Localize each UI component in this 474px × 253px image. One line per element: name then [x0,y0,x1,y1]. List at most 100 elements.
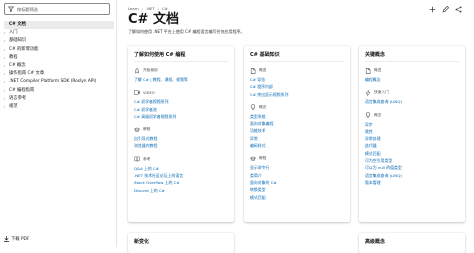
toc-item-label: C# 文档 [9,22,26,27]
doc-link[interactable]: 类简介 [250,172,344,179]
divider [250,61,344,62]
doc-link[interactable]: 显示命令行 [250,164,344,171]
toc-item-programming-guide[interactable]: › C# 编程指南 [4,87,114,95]
doc-link[interactable]: .NET 技术社区论坛上的语言 [134,172,228,179]
doc-link[interactable]: C# 高级初学者视频系列 [134,113,228,120]
doc-link[interactable]: C# 初学者视频系列 [134,98,228,105]
section-label: 快速入门 [374,90,389,95]
card-section: 快速入门 语言集成查询 (LINQ) [365,89,459,105]
doc-link[interactable]: C# 初学者流 [134,106,228,113]
toc-item-language-reference[interactable]: › 语言参考 [4,95,114,103]
doc-link[interactable]: C# 突出显示视频系列 [250,91,344,98]
doc-link[interactable]: 异常处理 [365,135,459,142]
doc-link[interactable]: 自引导式教程 [134,135,228,142]
toc-item-label: 基础知识 [9,38,27,44]
section-header: 概述 [365,67,459,74]
section-header: VIDEO [134,89,228,96]
document-icon [250,67,256,74]
doc-link[interactable]: 功能技术 [250,127,344,134]
doc-link[interactable]: 浏览器内教程 [134,142,228,149]
lightning-icon [365,89,371,96]
sidebar: C# 文档 › 入门 › 基础知识 › C# 的新增功能 › 教程 › C# 概… [0,0,117,247]
doc-link[interactable]: Stack Overflow 上的 C# [134,179,228,186]
toc-item-roslyn-sdk[interactable]: › .NET Compiler Platform SDK (Roslyn API… [4,78,114,86]
toc-item-how-to[interactable]: › 操作指南 C# 文章 [4,70,114,78]
breadcrumb-separator: / [157,6,159,11]
toc-item-label: .NET Compiler Platform SDK (Roslyn API) [9,79,97,85]
filter-input[interactable] [17,6,105,12]
doc-link[interactable]: 面向对象的 C# [250,179,344,186]
filter-box[interactable] [4,3,110,15]
doc-link[interactable]: 属性 [365,128,459,135]
section-label: 概述 [259,68,267,72]
card-title: C# 基础知识 [250,52,280,58]
card-section: 教程 显示命令行 类简介 面向对象的 C# 转换类型 模式匹配 [250,155,344,200]
rocket-icon [134,67,140,74]
breadcrumb-link-dotnet[interactable]: .NET [146,6,155,11]
page-summary: 了解如何使用 .NET 平台上使用 C# 编程语言编写任何应用程序。 [128,29,245,34]
add-to-collection-icon[interactable] [429,6,436,13]
doc-link[interactable]: 可为空引用类型 [365,157,459,164]
toc-item-whats-new[interactable]: › C# 的新增功能 [4,46,114,54]
section-label: 教程 [143,127,151,132]
card-key-concepts: 关键概念 概述 编程概念 快速入门 语言集成查询 (LINQ) 概念 异步 属性… [359,46,465,222]
doc-link[interactable]: 转换类型 [250,186,344,193]
card-section: 概念 异步 属性 异常处理 迭代器 模式匹配 可为空引用类型 可以为 null … [365,112,459,187]
doc-link[interactable]: C# 程序内部 [250,83,344,90]
doc-link[interactable]: 编程概念 [365,76,459,83]
doc-link[interactable]: 可以为 null 的值类型 [365,164,459,171]
toc-item-tutorials[interactable]: › 教程 [4,54,114,62]
doc-link[interactable]: 异步 [365,121,459,128]
section-header: 概念 [365,112,459,119]
lightbulb-icon [365,112,371,118]
doc-link[interactable]: C# 导览 [250,76,344,83]
card-whats-new: 新变化 [128,233,234,253]
school-icon [250,156,256,161]
section-header: 概念 [250,104,344,111]
toc-item-concepts[interactable]: › C# 概念 [4,62,114,70]
toc-item-specifications[interactable]: › 规范 [4,103,114,111]
doc-link[interactable]: 异常 [250,135,344,142]
download-pdf-label: 下载 PDF [11,237,30,242]
doc-link[interactable]: Discord 上的 C# [134,187,228,194]
card-title: 关键概念 [365,52,386,58]
divider [134,61,228,62]
doc-link[interactable]: 版本管理 [365,179,459,186]
toc-item-fundamentals[interactable]: › 基础知识 [4,37,114,45]
video-icon [134,90,140,95]
doc-link[interactable]: 模式匹配 [250,194,344,201]
doc-link[interactable]: 语言集成查询 (LINQ) [365,172,459,179]
doc-link[interactable]: Q&A 上的 C# [134,165,228,172]
breadcrumb-link-learn[interactable]: Learn [128,6,139,11]
toc-item-csharp-docs[interactable]: C# 文档 [4,21,114,30]
edit-icon[interactable] [442,6,449,13]
doc-link[interactable]: 面向对象编程 [250,120,344,127]
share-icon[interactable] [455,6,462,13]
card-section: VIDEO C# 初学者视频系列 C# 初学者流 C# 高级初学者视频系列 [134,89,228,120]
toc-item-label: C# 编程指南 [9,87,35,93]
breadcrumb-link-csharp[interactable]: C# [162,6,168,11]
toc-item-get-started[interactable]: › 入门 [4,29,114,37]
filter-icon [8,6,14,12]
toc-item-label: 教程 [9,54,18,60]
divider [365,61,459,62]
section-header: 快速入门 [365,89,459,96]
doc-link[interactable]: 类型系统 [250,113,344,120]
card-title: 新变化 [134,239,150,245]
download-pdf-link[interactable]: 下载 PDF [4,236,29,242]
doc-link[interactable]: 迭代器 [365,142,459,149]
doc-link[interactable]: 编码样式 [250,142,344,149]
card-title: 高级概念 [365,239,386,245]
section-label: 开始使用 [143,68,158,72]
doc-link[interactable]: 模式匹配 [365,150,459,157]
section-header: 概述 [250,67,344,74]
section-label: 概念 [374,112,382,117]
card-learn-programming: 了解如何使用 C# 编程 开始使用 了解 C# | 教程、课程、视频等 VIDE… [128,46,234,222]
doc-link[interactable]: 了解 C# | 教程、课程、视频等 [134,76,228,83]
section-label: 参考 [143,156,151,161]
document-icon [365,67,371,74]
doc-link[interactable]: 语言集成查询 (LINQ) [365,98,459,105]
section-label: 概念 [259,104,267,109]
toc: C# 文档 › 入门 › 基础知识 › C# 的新增功能 › 教程 › C# 概… [4,21,114,111]
toc-item-label: C# 概念 [9,62,26,68]
